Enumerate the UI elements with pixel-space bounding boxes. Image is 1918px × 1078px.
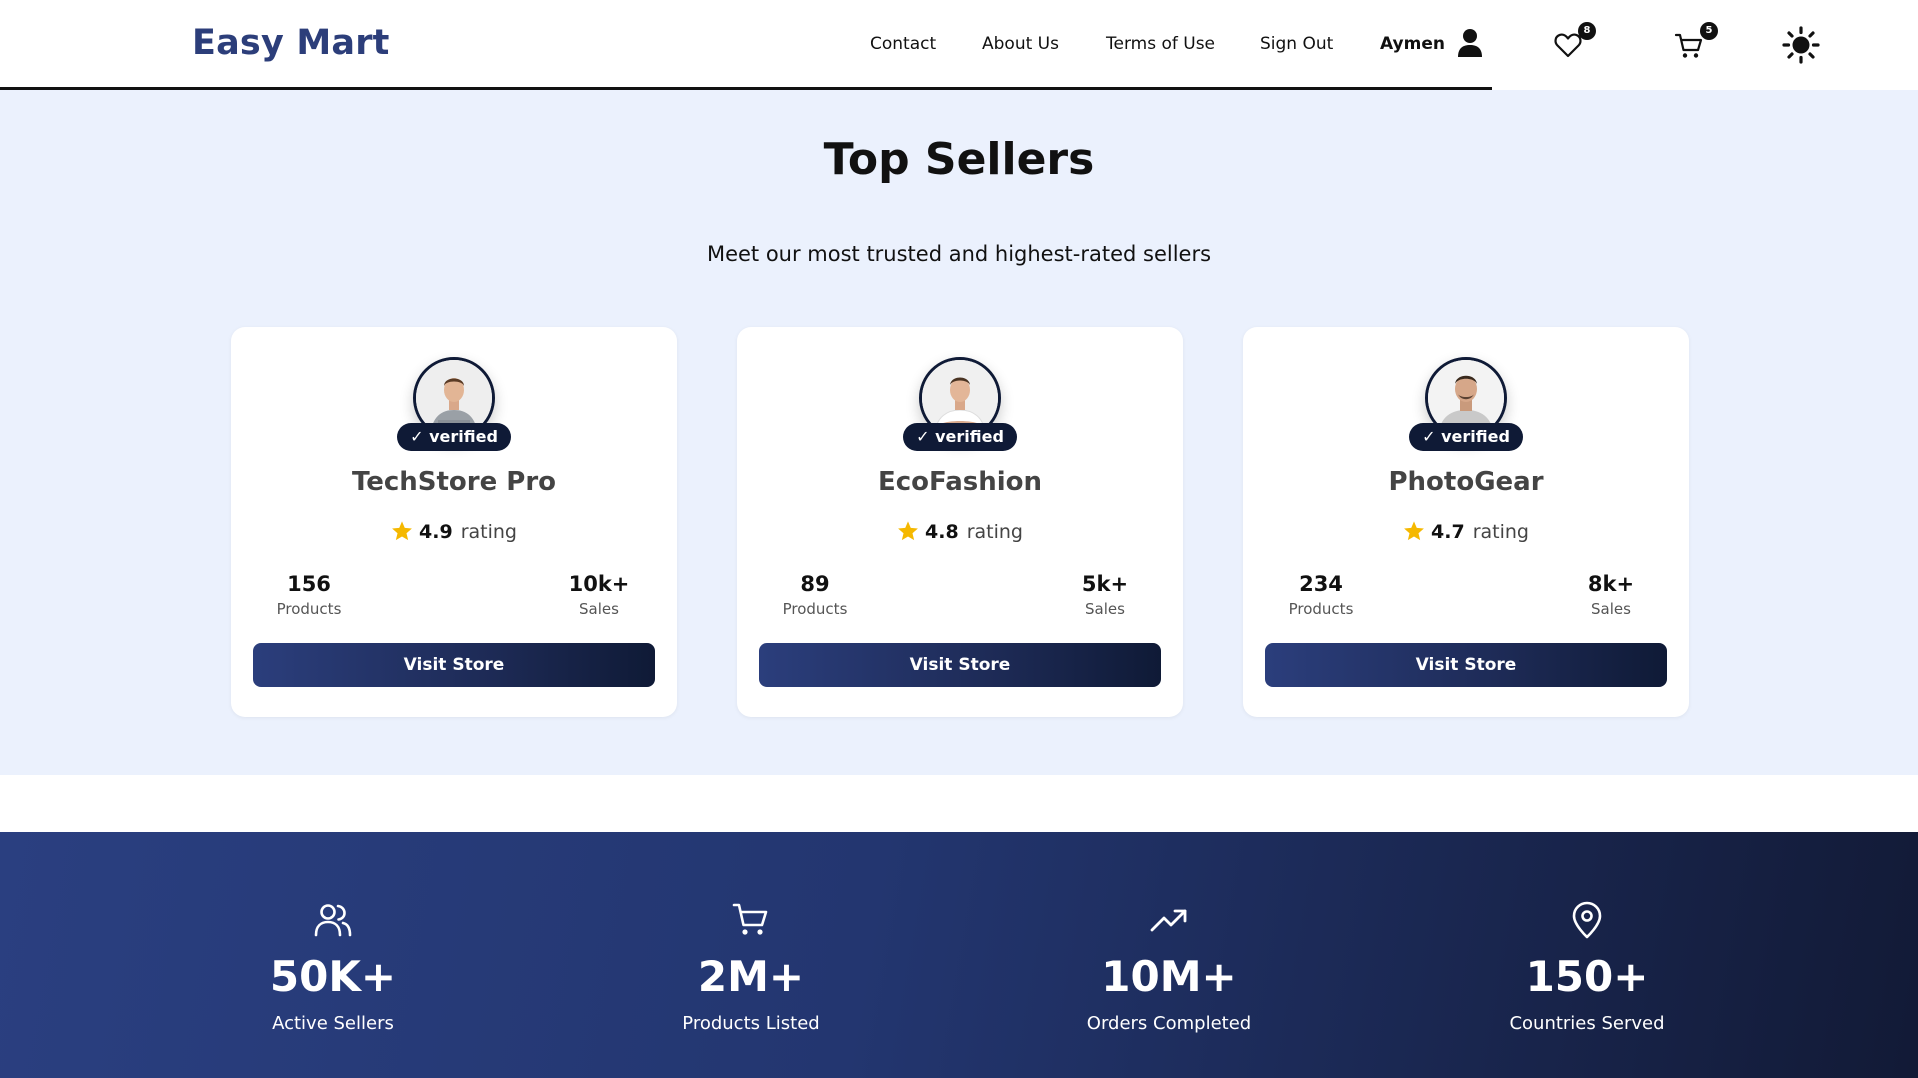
- products-stat: 234 Products: [1266, 572, 1376, 618]
- stat-label: Products Listed: [682, 1013, 820, 1034]
- nav-about-us[interactable]: About Us: [982, 34, 1059, 54]
- verified-badge: ✓ verified: [903, 423, 1017, 451]
- nav-sign-out[interactable]: Sign Out: [1260, 34, 1333, 54]
- visit-store-button[interactable]: Visit Store: [253, 643, 655, 687]
- nav-contact[interactable]: Contact: [870, 34, 936, 54]
- star-icon: [392, 521, 412, 541]
- top-navbar: Easy Mart Contact About Us Terms of Use …: [0, 0, 1918, 90]
- verified-badge: ✓ verified: [1409, 423, 1523, 451]
- rating-value: 4.8: [925, 521, 959, 543]
- products-label: Products: [782, 600, 848, 618]
- user-name[interactable]: Aymen: [1380, 34, 1445, 54]
- sales-count: 10k+: [568, 572, 630, 596]
- seller-rating: 4.8 rating: [737, 520, 1183, 543]
- top-sellers-section: Top Sellers Meet our most trusted and hi…: [0, 90, 1918, 775]
- stat-value: 50K+: [269, 952, 397, 1001]
- sales-label: Sales: [579, 600, 619, 618]
- stat-label: Active Sellers: [272, 1013, 394, 1034]
- products-count: 156: [287, 572, 331, 596]
- star-icon: [898, 521, 918, 541]
- seller-card: ✓ verified TechStore Pro 4.9 rating 156 P…: [231, 327, 677, 717]
- sales-stat: 5k+ Sales: [1050, 572, 1160, 618]
- cart-icon[interactable]: [1674, 32, 1704, 60]
- rating-value: 4.9: [419, 521, 453, 543]
- products-label: Products: [276, 600, 342, 618]
- sales-label: Sales: [1591, 600, 1631, 618]
- stat-countries-served: 150+ Countries Served: [1437, 900, 1737, 1034]
- rating-value: 4.7: [1431, 521, 1465, 543]
- wishlist-count-badge: 8: [1578, 22, 1596, 40]
- sales-label: Sales: [1085, 600, 1125, 618]
- products-stat: 89 Products: [760, 572, 870, 618]
- section-subtitle: Meet our most trusted and highest-rated …: [706, 242, 1212, 266]
- stat-active-sellers: 50K+ Active Sellers: [183, 900, 483, 1034]
- seller-name: TechStore Pro: [351, 467, 557, 497]
- stat-label: Countries Served: [1509, 1013, 1665, 1034]
- user-icon[interactable]: [1456, 28, 1484, 58]
- stat-value: 10M+: [1101, 952, 1237, 1001]
- seller-card: ✓ verified EcoFashion 4.8 rating 89 Produ…: [737, 327, 1183, 717]
- stat-orders-completed: 10M+ Orders Completed: [1019, 900, 1319, 1034]
- sales-stat: 10k+ Sales: [544, 572, 654, 618]
- users-icon: [314, 904, 352, 937]
- cart-icon: [732, 903, 768, 935]
- seller-name: PhotoGear: [1388, 467, 1544, 497]
- sales-count: 8k+: [1587, 572, 1635, 596]
- rating-label: rating: [460, 521, 517, 543]
- products-stat: 156 Products: [254, 572, 364, 618]
- logo[interactable]: Easy Mart: [192, 23, 390, 63]
- stat-value: 2M+: [697, 952, 805, 1001]
- nav-terms-of-use[interactable]: Terms of Use: [1106, 34, 1215, 54]
- stat-products-listed: 2M+ Products Listed: [601, 900, 901, 1034]
- seller-rating: 4.7 rating: [1243, 520, 1689, 543]
- star-icon: [1404, 521, 1424, 541]
- visit-store-button[interactable]: Visit Store: [759, 643, 1161, 687]
- seller-rating: 4.9 rating: [231, 520, 677, 543]
- rating-label: rating: [1472, 521, 1529, 543]
- products-count: 89: [800, 572, 830, 596]
- trending-up-icon: [1150, 909, 1187, 932]
- products-count: 234: [1299, 572, 1343, 596]
- stat-label: Orders Completed: [1086, 1013, 1252, 1034]
- map-pin-icon: [1572, 901, 1602, 939]
- cart-count-badge: 5: [1700, 22, 1718, 40]
- section-title: Top Sellers: [823, 134, 1095, 185]
- visit-store-button[interactable]: Visit Store: [1265, 643, 1667, 687]
- verified-badge: ✓ verified: [397, 423, 511, 451]
- sun-icon[interactable]: [1782, 26, 1820, 64]
- products-label: Products: [1288, 600, 1354, 618]
- seller-card: ✓ verified PhotoGear 4.7 rating 234 Produ…: [1243, 327, 1689, 717]
- platform-stats-banner: 50K+ Active Sellers 2M+ Products Listed …: [0, 832, 1918, 1078]
- stat-value: 150+: [1525, 952, 1649, 1001]
- sales-stat: 8k+ Sales: [1556, 572, 1666, 618]
- rating-label: rating: [966, 521, 1023, 543]
- sales-count: 5k+: [1081, 572, 1129, 596]
- heart-icon[interactable]: [1554, 32, 1582, 58]
- seller-name: EcoFashion: [877, 467, 1043, 497]
